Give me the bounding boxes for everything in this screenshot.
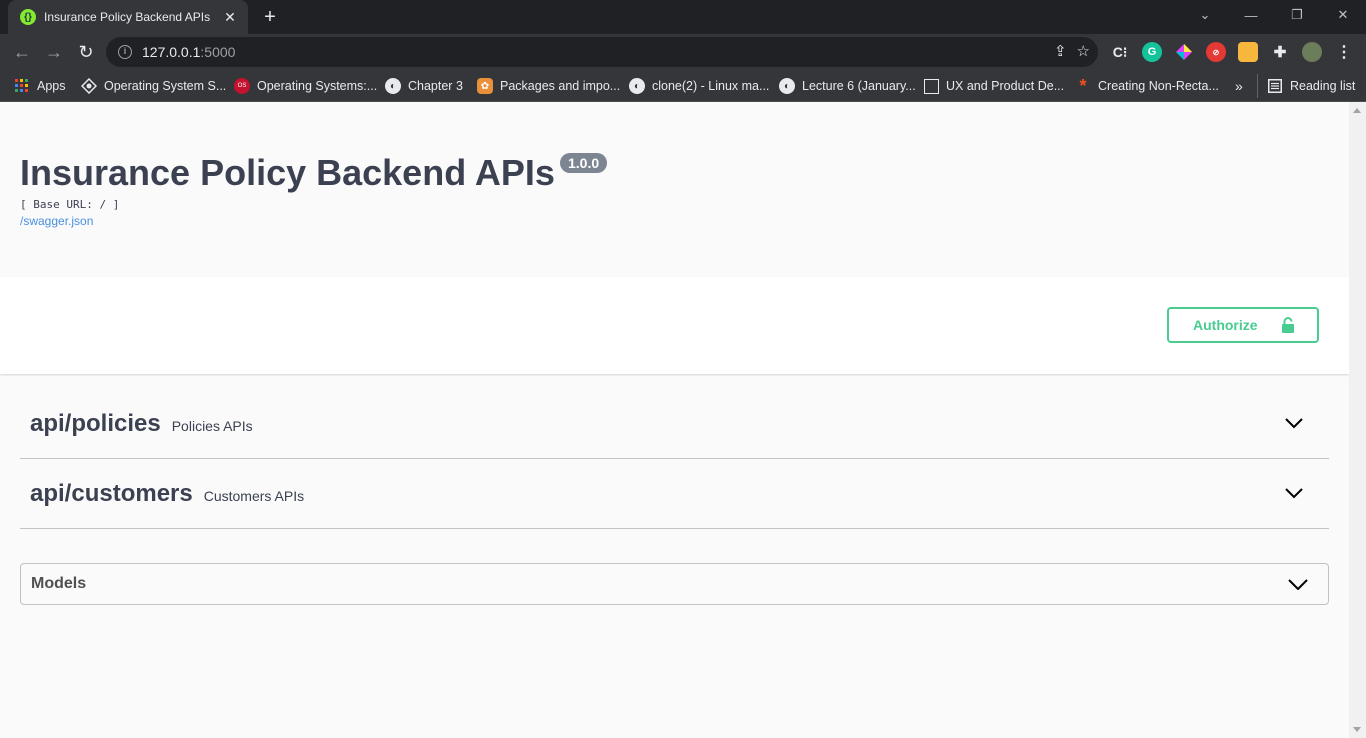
bookmarks-bar: Apps Operating System S... OS Operating … [0,70,1366,102]
notes-extension-icon[interactable] [1238,42,1258,62]
reading-list-label: Reading list [1290,79,1356,93]
tab-title: Insurance Policy Backend APIs [44,10,211,24]
site-info-icon[interactable]: i [118,45,132,59]
tag-name: api/customers [30,479,193,507]
bookmark-label: Lecture 6 (January... [802,79,916,93]
more-bookmarks-icon[interactable]: » [1235,76,1243,96]
bookmark-os-summary[interactable]: Operating System S... [81,76,226,96]
globe-icon: ◐ [779,78,795,94]
base-url: [ Base URL: / ] [20,198,120,211]
red-circle-icon: OS [234,78,250,94]
tag-description: Policies APIs [171,417,253,434]
blank-page-icon [924,78,939,94]
bookmark-ux[interactable]: UX and Product De... [924,76,1064,96]
grammarly-icon[interactable]: G [1142,42,1162,62]
bookmark-packages[interactable]: ✿ Packages and impo... [477,76,620,96]
bookmarks-divider [1257,74,1258,98]
unlock-icon [1282,317,1294,333]
minimize-icon[interactable]: — [1228,0,1274,30]
avatar[interactable] [1302,42,1322,62]
authorize-label: Authorize [1193,317,1258,333]
bookmark-clone[interactable]: ◐ clone(2) - Linux ma... [629,76,769,96]
bookmark-apps[interactable]: Apps [14,76,66,96]
bookmark-lecture-6[interactable]: ◐ Lecture 6 (January... [779,76,916,96]
bookmark-chapter-3[interactable]: ◐ Chapter 3 [385,76,463,96]
scheme-container: Authorize [0,277,1349,374]
reading-list[interactable]: Reading list [1267,76,1355,96]
models-title: Models [31,575,87,592]
globe-icon: ◐ [629,78,645,94]
tab-search-icon[interactable]: ⌄ [1182,0,1228,30]
bookmark-label: Operating Systems:... [257,79,378,93]
color-picker-icon[interactable] [1174,42,1194,62]
tag-name: api/policies [30,409,161,437]
globe-icon: ◐ [385,78,401,94]
authorize-button[interactable]: Authorize [1167,307,1319,343]
swagger-page: Insurance Policy Backend APIs 1.0.0 [ Ba… [0,102,1349,738]
tag-policies[interactable]: api/policies Policies APIs [20,389,1329,459]
swagger-icon: {} [20,9,36,25]
share-icon[interactable]: ⇪ [1054,42,1067,60]
api-info: Insurance Policy Backend APIs 1.0.0 [ Ba… [20,152,608,228]
page-scrollbar[interactable] [1349,102,1366,738]
apps-grid-icon [14,78,30,94]
back-icon[interactable]: ← [8,38,36,66]
url-port: :5000 [200,44,236,60]
new-tab-icon[interactable]: + [258,5,282,29]
tab-close-icon[interactable]: ✕ [222,9,238,25]
bookmark-label: Creating Non-Recta... [1098,79,1219,93]
python-logo-icon: ✿ [477,78,493,94]
tag-description: Customers APIs [203,487,305,504]
browser-tab[interactable]: {} Insurance Policy Backend APIs ✕ [8,0,248,34]
window-close-icon[interactable]: ✕ [1320,0,1366,30]
os-logo-icon [81,78,97,94]
forward-icon[interactable]: → [40,38,68,66]
restore-icon[interactable]: ❐ [1274,0,1320,30]
scroll-up-icon[interactable] [1353,108,1361,113]
tag-customers[interactable]: api/customers Customers APIs [20,459,1329,529]
bookmark-label: Operating System S... [104,79,227,93]
bookmark-label: clone(2) - Linux ma... [652,79,770,93]
url-host: 127.0.0.1 [142,44,201,60]
extensions-puzzle-icon[interactable]: ✚ [1270,42,1290,62]
asterisk-icon: * [1079,75,1087,96]
browser-tab-bar: {} Insurance Policy Backend APIs ✕ + ⌄ —… [0,0,1366,34]
reload-icon[interactable]: ↻ [72,38,100,66]
chevron-down-icon[interactable] [1288,578,1308,590]
reading-list-icon [1267,78,1283,94]
bookmark-label: UX and Product De... [946,79,1065,93]
menu-kebab-icon[interactable]: ⋮ [1334,42,1354,62]
bookmark-os-systems[interactable]: OS Operating Systems:... [234,76,377,96]
bookmark-label: Apps [37,79,66,93]
chevron-down-icon[interactable] [1285,487,1303,499]
scroll-down-icon[interactable] [1353,727,1361,732]
address-bar[interactable]: i 127.0.0.1:5000 ⇪ ☆ [106,37,1098,67]
swagger-json-link[interactable]: /swagger.json [20,214,555,228]
bookmark-label: Packages and impo... [500,79,621,93]
models-section[interactable]: Models [20,563,1329,605]
extension-c-icon[interactable]: C⁝ [1110,42,1130,62]
bookmark-label: Chapter 3 [408,79,463,93]
block-extension-icon[interactable]: ⊘ [1206,42,1226,62]
version-badge: 1.0.0 [560,153,608,173]
browser-toolbar: ← → ↻ i 127.0.0.1:5000 ⇪ ☆ C⁝ G ⊘ ✚ ⋮ [0,34,1366,70]
bookmark-star-icon[interactable]: ☆ [1077,42,1090,60]
bookmark-non-rect[interactable]: * Creating Non-Recta... [1075,75,1219,96]
page-title: Insurance Policy Backend APIs [20,152,555,193]
chevron-down-icon[interactable] [1285,417,1303,429]
